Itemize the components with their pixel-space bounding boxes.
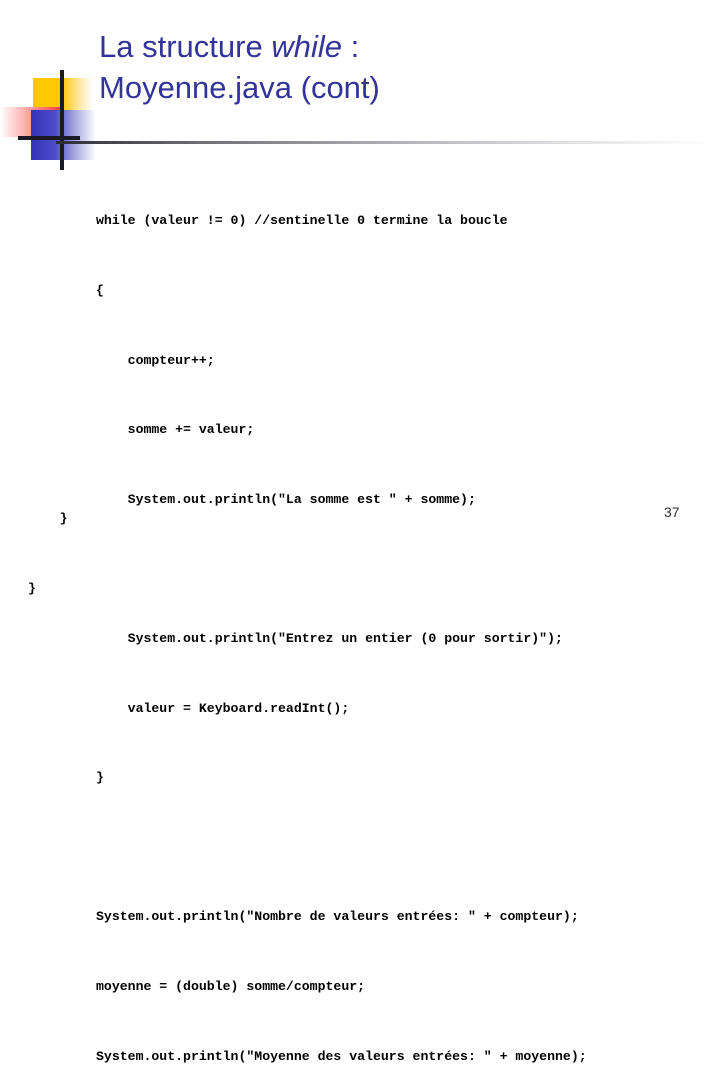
title-divider	[56, 141, 704, 144]
code-line: {	[96, 283, 104, 298]
title-line-2: Moyenne.java (cont)	[99, 70, 380, 105]
code-line: while (valeur != 0) //sentinelle 0 termi…	[96, 213, 508, 229]
code-line: }	[96, 770, 104, 786]
code-line: }	[28, 511, 68, 527]
horizontal-bar-icon	[18, 136, 80, 140]
code-line: }	[28, 581, 36, 596]
slide-canvas: La structure while : Moyenne.java (cont)…	[0, 0, 720, 1064]
code-line: System.out.println("Nombre de valeurs en…	[96, 909, 579, 925]
code-line: valeur = Keyboard.readInt();	[96, 700, 350, 716]
code-line: moyenne = (double) somme/compteur;	[96, 978, 366, 994]
closing-braces: } }	[28, 461, 68, 647]
code-line: System.out.println("Moyenne des valeurs …	[96, 1048, 587, 1064]
code-line: System.out.println("Entrez un entier (0 …	[96, 630, 563, 646]
code-line: System.out.println("La somme est " + som…	[96, 491, 476, 507]
code-line: compteur++;	[96, 352, 215, 368]
title-line-1: La structure while :	[99, 26, 699, 67]
title-prefix: La structure	[99, 29, 272, 64]
page-number: 37	[664, 504, 680, 520]
code-block: while (valeur != 0) //sentinelle 0 termi…	[96, 163, 711, 1080]
page-title: La structure while : Moyenne.java (cont)	[99, 26, 699, 108]
title-keyword: while	[271, 29, 342, 64]
vertical-bar-icon	[60, 70, 64, 170]
title-suffix: :	[341, 29, 360, 64]
code-line: somme += valeur;	[96, 422, 255, 438]
